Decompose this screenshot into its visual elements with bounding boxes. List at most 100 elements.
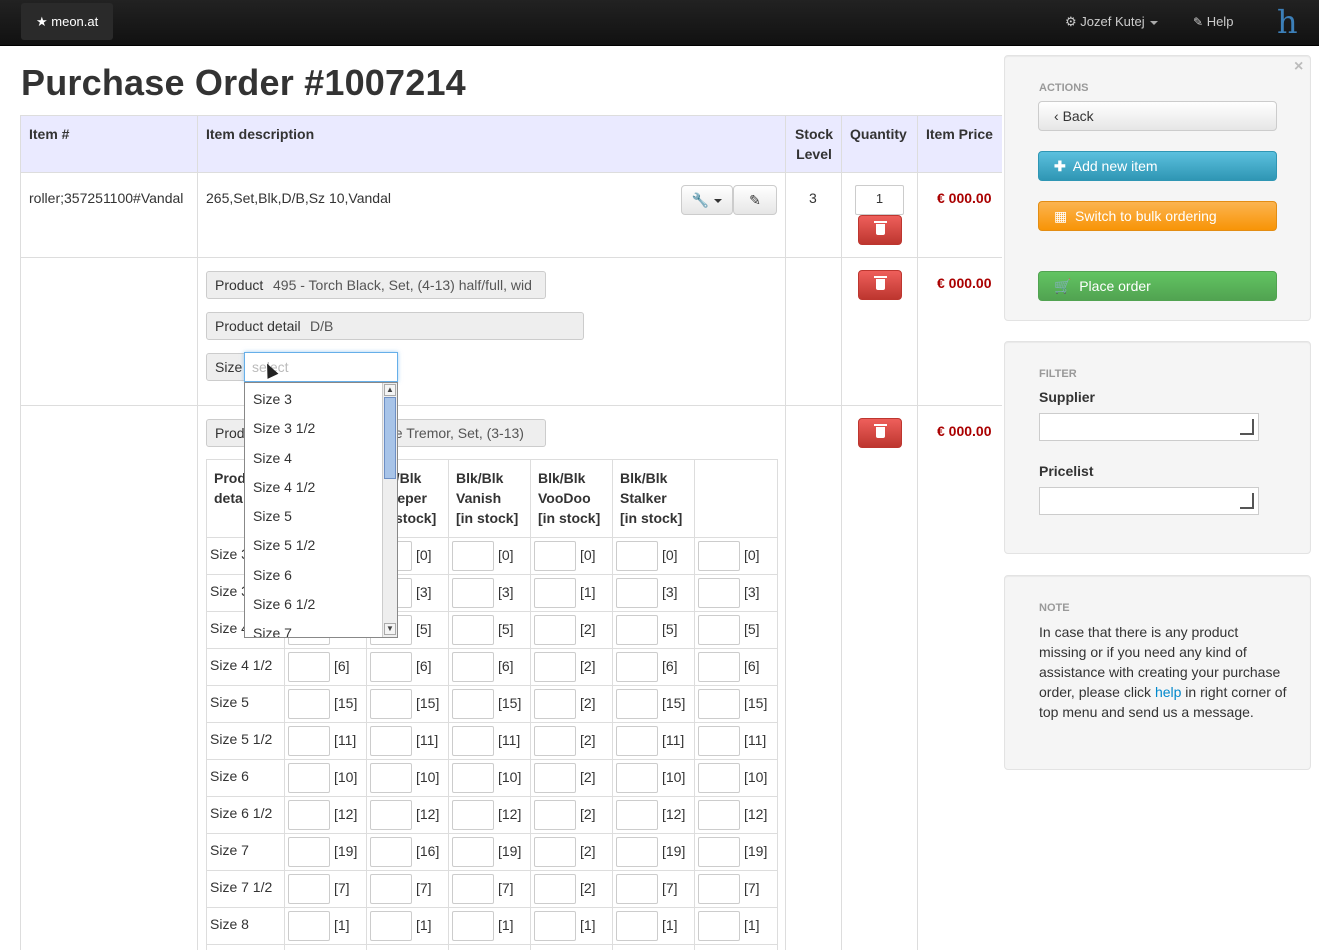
bulk-qty-input[interactable] <box>452 726 494 756</box>
row3-price: € 000.00 <box>937 423 992 439</box>
bulk-qty-input[interactable] <box>616 726 658 756</box>
bulk-qty-input[interactable] <box>288 763 330 793</box>
pricelist-select[interactable] <box>1039 487 1259 515</box>
row3-product-value[interactable]: ge Tremor, Set, (3-13) <box>380 419 546 447</box>
size-option[interactable]: Size 7 <box>245 619 397 637</box>
bulk-qty-input[interactable] <box>534 837 576 867</box>
bulk-qty-input[interactable] <box>288 911 330 941</box>
bulk-qty-input[interactable] <box>370 689 412 719</box>
bulk-qty-input[interactable] <box>534 800 576 830</box>
bulk-qty-input[interactable] <box>534 874 576 904</box>
bulk-qty-input[interactable] <box>534 911 576 941</box>
bulk-qty-input[interactable] <box>616 763 658 793</box>
bulk-qty-input[interactable] <box>616 837 658 867</box>
bulk-ordering-button[interactable]: ▦ Switch to bulk ordering <box>1038 201 1277 231</box>
scroll-up-icon[interactable]: ▲ <box>384 384 396 396</box>
bulk-qty-input[interactable] <box>288 800 330 830</box>
bulk-qty-input[interactable] <box>616 615 658 645</box>
bulk-qty-input[interactable] <box>452 837 494 867</box>
bulk-qty-input[interactable] <box>698 689 740 719</box>
user-menu[interactable]: ⚙ Jozef Kutej <box>1065 0 1158 44</box>
size-option[interactable]: Size 4 <box>245 444 397 473</box>
size-option[interactable]: Size 5 <box>245 502 397 531</box>
bulk-qty-input[interactable] <box>370 837 412 867</box>
place-order-button[interactable]: 🛒 Place order <box>1038 271 1277 301</box>
bulk-qty-input[interactable] <box>534 763 576 793</box>
size-option[interactable]: Size 3 1/2 <box>245 414 397 443</box>
close-icon[interactable]: × <box>1294 58 1303 76</box>
bulk-qty-input[interactable] <box>452 689 494 719</box>
bulk-qty-input[interactable] <box>452 541 494 571</box>
bulk-qty-input[interactable] <box>534 615 576 645</box>
bulk-qty-input[interactable] <box>288 652 330 682</box>
bulk-qty-input[interactable] <box>616 689 658 719</box>
bulk-qty-input[interactable] <box>534 689 576 719</box>
row1-tools-button[interactable]: 🔧 <box>681 185 733 215</box>
bulk-qty-input[interactable] <box>616 578 658 608</box>
bulk-qty-input[interactable] <box>370 800 412 830</box>
bulk-stock-value: [7] <box>416 880 432 896</box>
bulk-qty-input[interactable] <box>452 578 494 608</box>
bulk-qty-input[interactable] <box>534 541 576 571</box>
row1-delete-button[interactable] <box>858 215 902 245</box>
bulk-qty-input[interactable] <box>370 763 412 793</box>
bulk-qty-input[interactable] <box>698 874 740 904</box>
bulk-qty-input[interactable] <box>698 800 740 830</box>
bulk-qty-input[interactable] <box>698 578 740 608</box>
scroll-down-icon[interactable]: ▼ <box>384 623 396 635</box>
bulk-qty-input[interactable] <box>616 874 658 904</box>
size-dropdown-list[interactable]: Size 3 Size 3 1/2 Size 4 Size 4 1/2 Size 5 Si… <box>244 382 398 638</box>
bulk-qty-input[interactable] <box>452 652 494 682</box>
row1-edit-button[interactable]: ✎ <box>733 185 777 215</box>
size-option[interactable]: Size 5 1/2 <box>245 531 397 560</box>
bulk-qty-input[interactable] <box>698 763 740 793</box>
bulk-qty-input[interactable] <box>616 911 658 941</box>
dropdown-scrollbar[interactable]: ▲ ▼ <box>382 383 397 637</box>
bulk-qty-input[interactable] <box>452 763 494 793</box>
add-new-item-button[interactable]: ✚ Add new item <box>1038 151 1277 181</box>
help-link[interactable]: ✎ Help <box>1193 0 1233 44</box>
bulk-stock-value: [10] <box>744 769 768 785</box>
size-option[interactable]: Size 6 <box>245 561 397 590</box>
bulk-qty-input[interactable] <box>370 911 412 941</box>
row1-quantity-input[interactable]: 1 <box>855 185 904 215</box>
bulk-qty-input[interactable] <box>534 578 576 608</box>
bulk-qty-input[interactable] <box>370 726 412 756</box>
bulk-qty-input[interactable] <box>288 726 330 756</box>
row2-product-label: Product <box>206 271 273 299</box>
help-link-inline[interactable]: help <box>1155 684 1181 700</box>
row2-delete-button[interactable] <box>858 270 902 300</box>
bulk-qty-input[interactable] <box>616 541 658 571</box>
row2-product-value[interactable]: 495 - Torch Black, Set, (4-13) half/full… <box>266 271 546 299</box>
bulk-qty-input[interactable] <box>452 911 494 941</box>
bulk-qty-input[interactable] <box>698 615 740 645</box>
scroll-thumb[interactable] <box>384 397 396 479</box>
bulk-qty-input[interactable] <box>534 652 576 682</box>
brand-link[interactable]: ★ meon.at <box>21 3 114 40</box>
bulk-qty-input[interactable] <box>698 541 740 571</box>
bulk-qty-input[interactable] <box>698 911 740 941</box>
bulk-qty-input[interactable] <box>452 874 494 904</box>
bulk-qty-input[interactable] <box>534 726 576 756</box>
row3-delete-button[interactable] <box>858 418 902 448</box>
bulk-qty-input[interactable] <box>288 837 330 867</box>
size-option[interactable]: Size 6 1/2 <box>245 590 397 619</box>
bulk-qty-input[interactable] <box>616 800 658 830</box>
size-option[interactable]: Size 4 1/2 <box>245 473 397 502</box>
bulk-qty-input[interactable] <box>616 652 658 682</box>
bulk-qty-input[interactable] <box>452 800 494 830</box>
row2-detail-value[interactable]: D/B <box>303 312 584 340</box>
back-button[interactable]: ‹ Back <box>1038 101 1277 131</box>
bulk-stock-value: [10] <box>498 769 522 785</box>
bulk-qty-input[interactable] <box>698 837 740 867</box>
bulk-qty-input[interactable] <box>698 726 740 756</box>
bulk-qty-input[interactable] <box>452 615 494 645</box>
bulk-qty-input[interactable] <box>370 652 412 682</box>
bulk-qty-input[interactable] <box>288 874 330 904</box>
bulk-qty-input[interactable] <box>370 874 412 904</box>
bulk-stock-value: [7] <box>744 880 760 896</box>
bulk-qty-input[interactable] <box>698 652 740 682</box>
size-option[interactable]: Size 3 <box>245 385 397 414</box>
supplier-select[interactable] <box>1039 413 1259 441</box>
bulk-qty-input[interactable] <box>288 689 330 719</box>
